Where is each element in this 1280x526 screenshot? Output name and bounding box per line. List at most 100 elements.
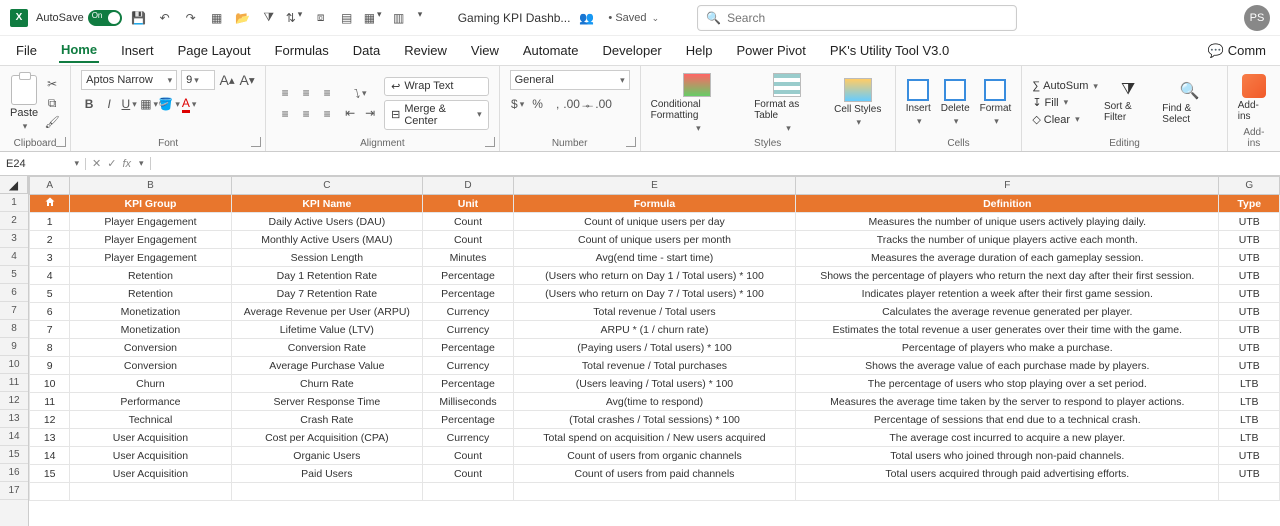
cell[interactable]: Percentage of players who make a purchas… [796,339,1219,357]
autosave-toggle[interactable]: AutoSave On [36,10,122,26]
cell[interactable]: Currency [423,357,514,375]
row-header[interactable]: 1 [0,194,28,212]
cell[interactable]: Average Revenue per User (ARPU) [231,303,423,321]
orientation-icon[interactable]: ⭝▾ [352,86,368,102]
tab-home[interactable]: Home [59,38,99,63]
cell[interactable]: 6 [30,303,70,321]
cell[interactable]: User Acquisition [70,465,231,483]
cell[interactable]: UTB [1219,231,1280,249]
cell[interactable]: Measures the average time taken by the s… [796,393,1219,411]
currency-icon[interactable]: $▾ [510,96,526,112]
cell[interactable]: Crash Rate [231,411,423,429]
cell[interactable] [513,483,795,501]
cell[interactable] [30,483,70,501]
align-right-icon[interactable]: ≡ [318,105,336,123]
tab-pk-utility[interactable]: PK's Utility Tool V3.0 [828,39,951,62]
cell[interactable] [796,483,1219,501]
col-header[interactable]: B [70,177,231,195]
open-icon[interactable]: 📂 [234,9,252,27]
cell[interactable]: Tracks the number of unique players acti… [796,231,1219,249]
align-center-icon[interactable]: ≡ [297,105,315,123]
cell[interactable]: Retention [70,267,231,285]
cell[interactable]: (Users leaving / Total users) * 100 [513,375,795,393]
cell[interactable]: UTB [1219,357,1280,375]
cell[interactable]: Percentage [423,375,514,393]
decrease-indent-icon[interactable]: ⇤ [342,105,358,121]
cell[interactable]: 13 [30,429,70,447]
cell[interactable]: Definition [796,195,1219,213]
select-all-corner[interactable]: ◢ [0,176,28,194]
borders-icon[interactable]: ▦▾ [141,96,157,112]
col-header[interactable]: F [796,177,1219,195]
row-header[interactable]: 16 [0,464,28,482]
font-size-select[interactable]: 9▾ [181,70,215,90]
col-header[interactable]: A [30,177,70,195]
row-header[interactable]: 17 [0,482,28,500]
cell[interactable]: Day 1 Retention Rate [231,267,423,285]
cell[interactable]: Shows the average value of each purchase… [796,357,1219,375]
format-cells-button[interactable]: Format▾ [980,79,1012,127]
cell[interactable]: LTB [1219,411,1280,429]
cell[interactable]: 8 [30,339,70,357]
cell[interactable]: (Users who return on Day 1 / Total users… [513,267,795,285]
cell[interactable]: Total users acquired through paid advert… [796,465,1219,483]
font-color-icon[interactable]: A▾ [181,96,197,112]
cell[interactable]: UTB [1219,321,1280,339]
increase-indent-icon[interactable]: ⇥ [362,105,378,121]
freeze-icon[interactable]: ⧈ [312,9,330,27]
align-middle-icon[interactable]: ≡ [297,84,315,102]
cell[interactable] [231,483,423,501]
cell[interactable]: Total revenue / Total users [513,303,795,321]
increase-font-icon[interactable]: A▴ [219,72,235,88]
cell[interactable]: Performance [70,393,231,411]
cell[interactable]: Conversion [70,357,231,375]
cell[interactable]: UTB [1219,447,1280,465]
sort-icon[interactable]: ⇅▾ [286,9,304,27]
insert-cells-button[interactable]: Insert▾ [906,79,931,127]
fill-color-icon[interactable]: 🪣▾ [161,96,177,112]
cell[interactable]: 2 [30,231,70,249]
cell[interactable]: Count of unique users per month [513,231,795,249]
toggle-switch-icon[interactable]: On [88,10,122,26]
tab-developer[interactable]: Developer [601,39,664,62]
row-header[interactable]: 5 [0,266,28,284]
col-header[interactable]: G [1219,177,1280,195]
cell[interactable]: Day 7 Retention Rate [231,285,423,303]
italic-icon[interactable]: I [101,96,117,112]
cell[interactable]: 9 [30,357,70,375]
cell[interactable]: Monetization [70,321,231,339]
row-header[interactable]: 12 [0,392,28,410]
name-box[interactable]: E24▾ [0,158,86,170]
number-dialog-launcher[interactable] [626,137,636,147]
cell[interactable]: Count of unique users per day [513,213,795,231]
cell[interactable]: Total users who joined through non-paid … [796,447,1219,465]
tab-formulas[interactable]: Formulas [273,39,331,62]
cell[interactable]: Indicates player retention a week after … [796,285,1219,303]
tab-insert[interactable]: Insert [119,39,156,62]
copy-icon[interactable]: ⧉ [44,95,60,111]
cell[interactable]: Count of users from organic channels [513,447,795,465]
clipboard-dialog-launcher[interactable] [56,137,66,147]
cell[interactable]: Count [423,465,514,483]
redo-icon[interactable]: ↷ [182,9,200,27]
cell[interactable]: UTB [1219,465,1280,483]
cell-styles-button[interactable]: Cell Styles▾ [831,78,885,128]
cell[interactable]: UTB [1219,213,1280,231]
alignment-dialog-launcher[interactable] [485,137,495,147]
cell[interactable] [423,483,514,501]
align-bottom-icon[interactable]: ≡ [318,84,336,102]
cell[interactable]: Retention [70,285,231,303]
cell[interactable]: Percentage [423,267,514,285]
cell[interactable]: LTB [1219,429,1280,447]
cell[interactable]: KPI Group [70,195,231,213]
filter-icon[interactable]: ⧩ [260,9,278,27]
pivot-icon[interactable]: ▥ [390,9,408,27]
format-as-table-button[interactable]: Format as Table▾ [754,73,821,134]
cell[interactable]: User Acquisition [70,447,231,465]
undo-icon[interactable]: ↶ [156,9,174,27]
cell[interactable]: 14 [30,447,70,465]
cell[interactable]: Unit [423,195,514,213]
cell[interactable]: 15 [30,465,70,483]
cell[interactable]: 5 [30,285,70,303]
row-header[interactable]: 13 [0,410,28,428]
